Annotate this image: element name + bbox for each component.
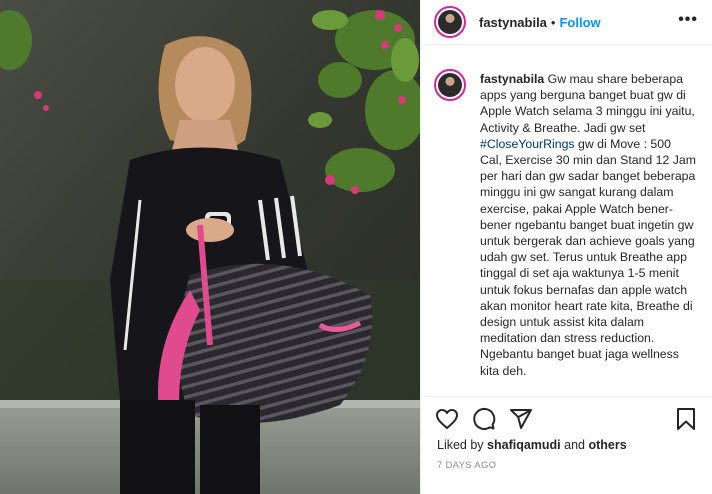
likes-summary: Liked by shafiqamudi and others (437, 438, 627, 452)
caption: fastynabila Gw mau share beberapa apps y… (480, 71, 696, 395)
caption-area: fastynabila Gw mau share beberapa apps y… (421, 55, 712, 395)
post-header: fastynabila • Follow ••• (421, 0, 712, 45)
comment-icon[interactable] (472, 407, 496, 431)
avatar[interactable] (434, 6, 466, 38)
caption-hashtag[interactable]: #CloseYourRings (480, 137, 575, 151)
post-panel: fastynabila • Follow ••• fastynabila Gw … (420, 0, 712, 494)
follow-button[interactable]: Follow (559, 15, 600, 30)
post-photo[interactable] (0, 0, 420, 494)
caption-text-2: gw di Move : 500 Cal, Exercise 30 min da… (480, 136, 696, 378)
post-timestamp[interactable]: 7 DAYS AGO (437, 460, 496, 471)
separator-dot: • (550, 14, 556, 30)
likes-prefix: Liked by (437, 438, 488, 452)
caption-username[interactable]: fastynabila (480, 72, 544, 86)
header-username[interactable]: fastynabila (479, 15, 547, 30)
action-bar (435, 405, 698, 433)
likes-others[interactable]: others (588, 438, 626, 452)
post-photo-image (0, 0, 420, 494)
bookmark-icon[interactable] (674, 407, 698, 431)
divider (421, 396, 712, 397)
caption-avatar[interactable] (434, 69, 466, 101)
share-icon[interactable] (509, 407, 533, 431)
more-options-icon[interactable]: ••• (678, 11, 698, 29)
heart-icon[interactable] (435, 407, 459, 431)
likes-and: and (560, 438, 589, 452)
likes-user[interactable]: shafiqamudi (487, 438, 561, 452)
